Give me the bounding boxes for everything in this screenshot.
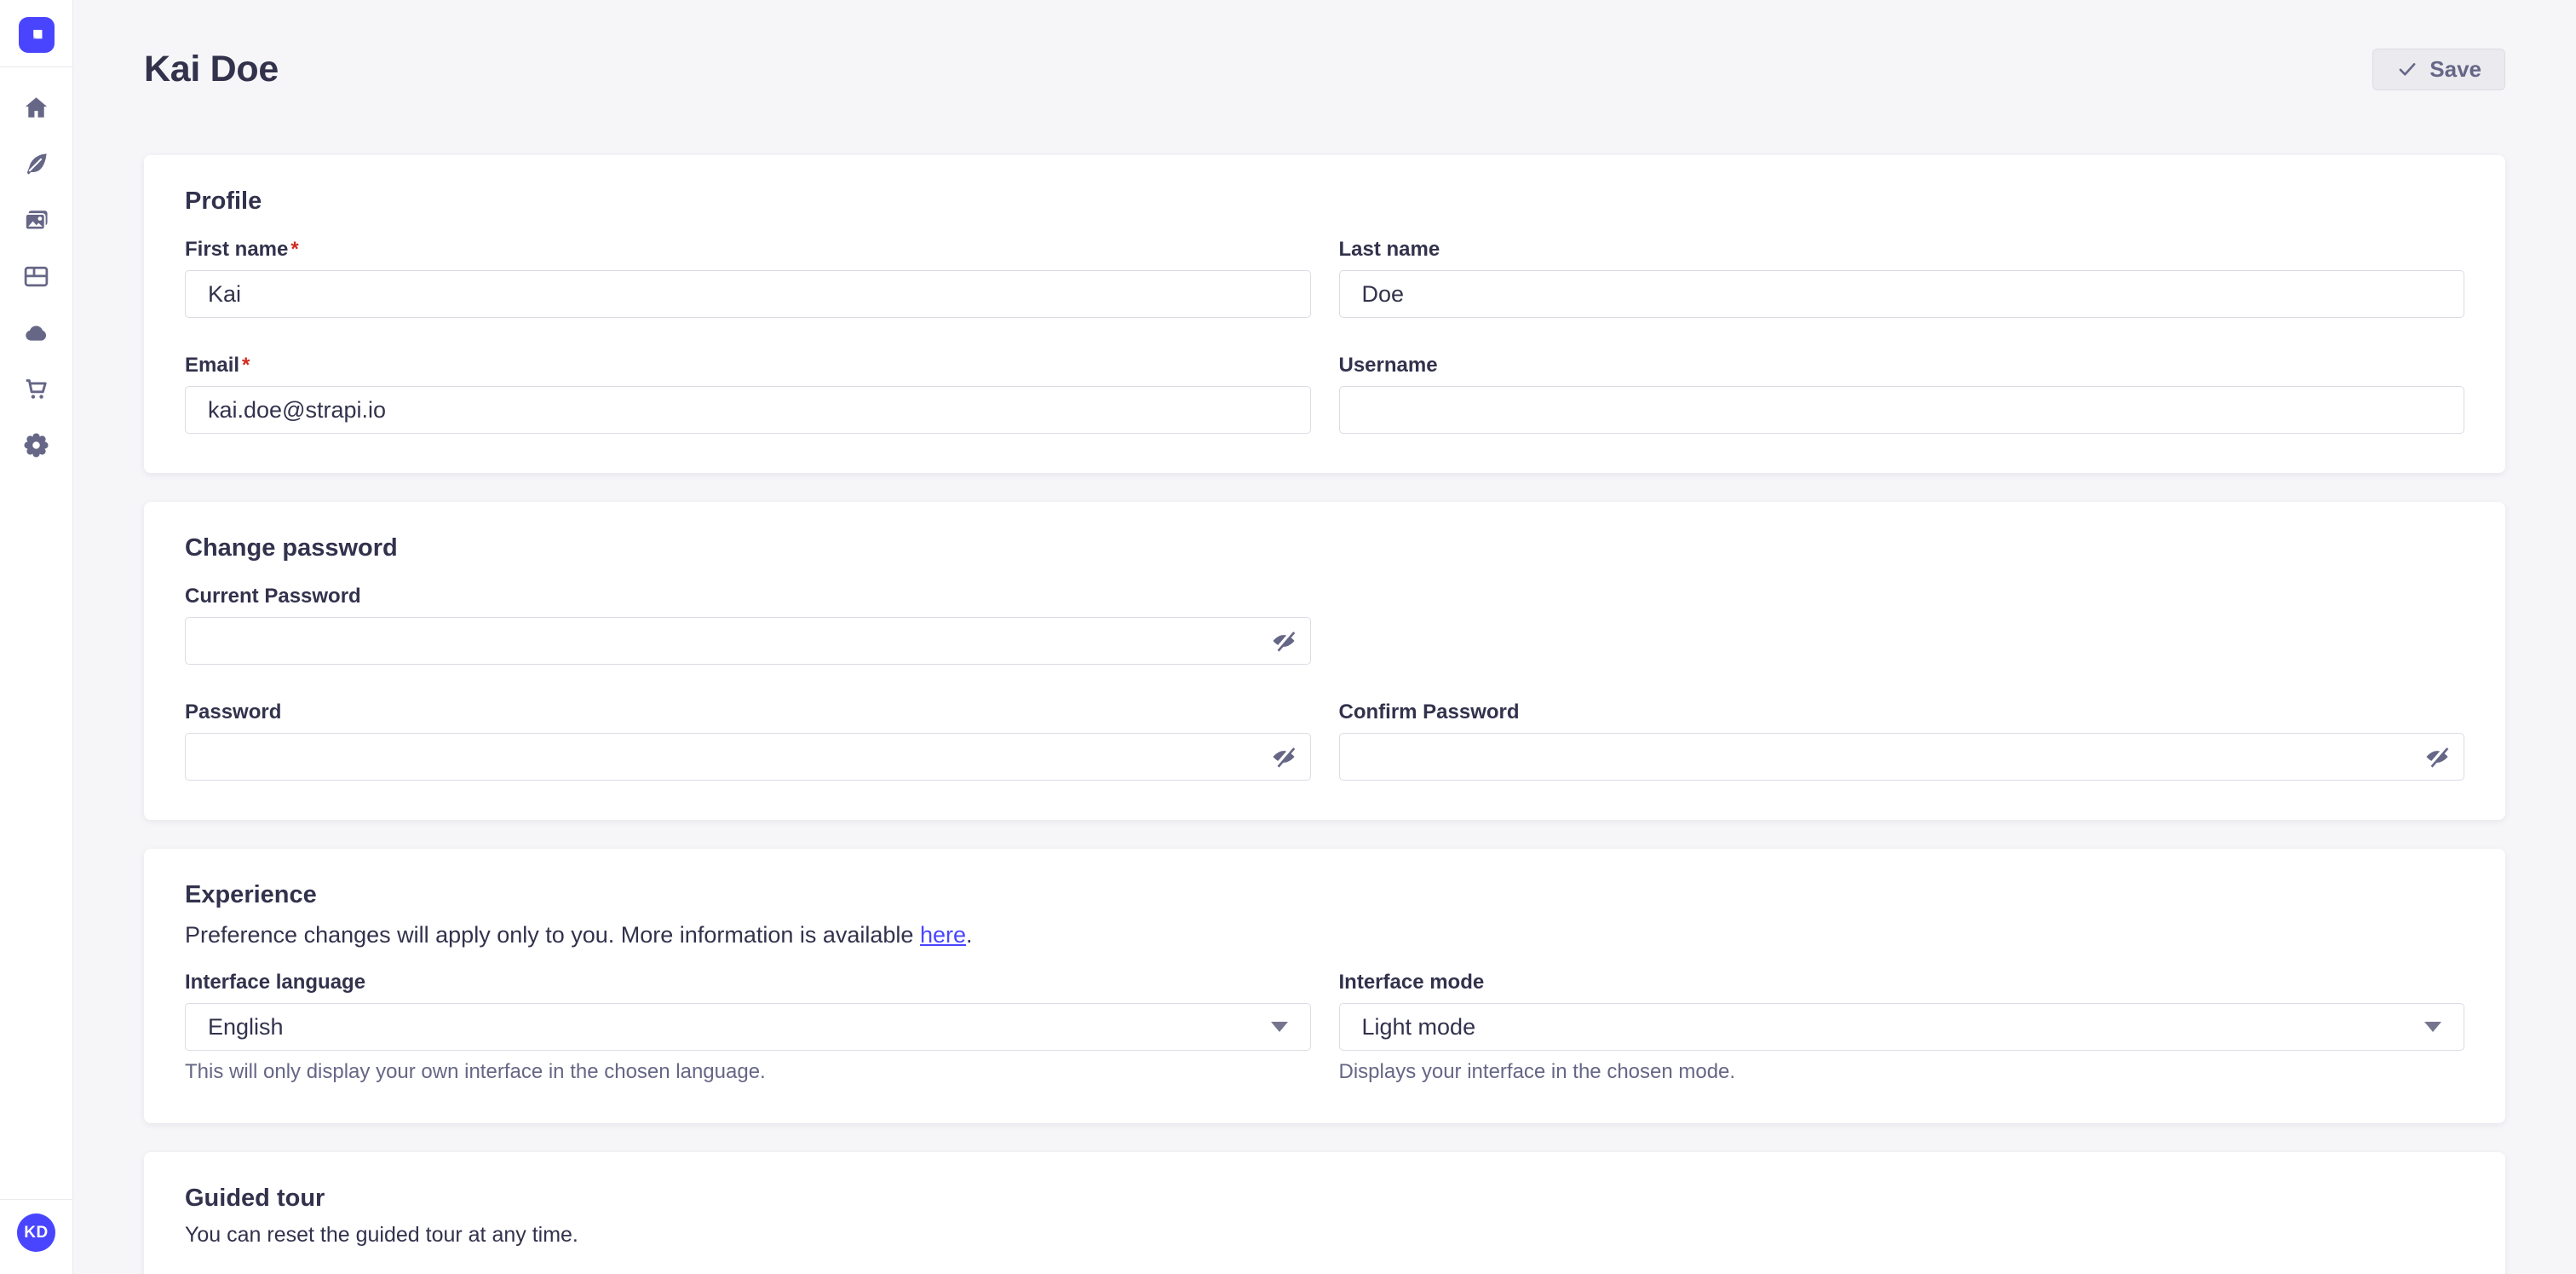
save-button[interactable]: Save [2372, 49, 2505, 90]
cart-icon [22, 375, 50, 403]
chevron-down-icon [2424, 1022, 2441, 1032]
sidebar-nav [22, 93, 51, 459]
strapi-logo-icon [19, 17, 55, 53]
password-label: Password [185, 700, 1311, 724]
sidebar-item-content-type-builder[interactable] [22, 262, 51, 291]
profile-heading: Profile [185, 187, 2464, 216]
password-field: Password [185, 700, 1311, 781]
interface-language-hint: This will only display your own interfac… [185, 1060, 1311, 1084]
sidebar: KD [0, 0, 73, 1274]
page-title: Kai Doe [144, 49, 279, 90]
required-asterisk: * [242, 354, 250, 378]
toggle-password-visibility-button[interactable] [1270, 743, 1297, 770]
settings-gear-icon [22, 431, 50, 459]
home-icon [22, 94, 50, 122]
username-input[interactable] [1339, 386, 2465, 434]
chevron-down-icon [1271, 1022, 1288, 1032]
media-library-icon [22, 206, 50, 234]
interface-language-label: Interface language [185, 971, 1311, 994]
guided-tour-description: You can reset the guided tour at any tim… [185, 1223, 2464, 1248]
confirm-password-label: Confirm Password [1339, 700, 2465, 724]
interface-mode-field: Interface mode Light mode Displays your … [1339, 971, 2465, 1084]
required-asterisk: * [290, 238, 298, 262]
eye-slash-icon [1270, 743, 1297, 770]
toggle-confirm-password-visibility-button[interactable] [2424, 743, 2451, 770]
interface-mode-label: Interface mode [1339, 971, 2465, 994]
interface-language-select[interactable]: English [185, 1003, 1311, 1051]
profile-card: Profile First name* Last name [144, 155, 2505, 473]
confirm-password-field: Confirm Password [1339, 700, 2465, 781]
interface-mode-value: Light mode [1362, 1014, 1476, 1041]
user-avatar[interactable]: KD [17, 1213, 55, 1252]
sidebar-bottom: KD [0, 1199, 73, 1274]
last-name-input[interactable] [1339, 270, 2465, 318]
current-password-label: Current Password [185, 585, 1311, 608]
first-name-field: First name* [185, 238, 1311, 318]
current-password-input[interactable] [185, 617, 1311, 665]
page-header: Kai Doe Save [144, 0, 2505, 94]
sidebar-item-home[interactable] [22, 93, 51, 122]
more-information-link[interactable]: here [920, 922, 966, 948]
spacer-cell [1339, 585, 2465, 665]
confirm-password-input[interactable] [1339, 733, 2465, 781]
experience-heading: Experience [185, 881, 2464, 909]
change-password-heading: Change password [185, 534, 2464, 562]
email-label: Email* [185, 354, 1311, 378]
experience-card: Experience Preference changes will apply… [144, 849, 2505, 1123]
interface-language-field: Interface language English This will onl… [185, 971, 1311, 1084]
save-button-label: Save [2429, 56, 2481, 83]
interface-mode-select[interactable]: Light mode [1339, 1003, 2465, 1051]
sidebar-item-marketplace[interactable] [22, 374, 51, 403]
guided-tour-heading: Guided tour [185, 1185, 2464, 1213]
first-name-label: First name* [185, 238, 1311, 262]
current-password-field: Current Password [185, 585, 1311, 665]
sidebar-item-content-manager[interactable] [22, 149, 51, 178]
cloud-icon [22, 319, 50, 347]
username-field: Username [1339, 354, 2465, 434]
feather-icon [22, 150, 50, 178]
password-input[interactable] [185, 733, 1311, 781]
interface-mode-hint: Displays your interface in the chosen mo… [1339, 1060, 2465, 1084]
layout-icon [22, 262, 50, 291]
last-name-field: Last name [1339, 238, 2465, 318]
guided-tour-card: Guided tour You can reset the guided tou… [144, 1152, 2505, 1274]
sidebar-divider-top [0, 66, 73, 67]
first-name-input[interactable] [185, 270, 1311, 318]
email-field: Email* [185, 354, 1311, 434]
check-icon [2396, 58, 2418, 80]
toggle-current-password-visibility-button[interactable] [1270, 627, 1297, 654]
email-input[interactable] [185, 386, 1311, 434]
experience-description: Preference changes will apply only to yo… [185, 922, 2464, 948]
eye-slash-icon [1270, 627, 1297, 654]
sidebar-item-cloud[interactable] [22, 318, 51, 347]
interface-language-value: English [208, 1014, 284, 1041]
change-password-card: Change password Current Password [144, 502, 2505, 820]
sidebar-item-settings[interactable] [22, 430, 51, 459]
eye-slash-icon [2424, 743, 2451, 770]
last-name-label: Last name [1339, 238, 2465, 262]
username-label: Username [1339, 354, 2465, 378]
main-content: Kai Doe Save Profile First name* Last na… [73, 0, 2576, 1274]
logo-container [19, 0, 55, 66]
sidebar-item-media-library[interactable] [22, 205, 51, 234]
